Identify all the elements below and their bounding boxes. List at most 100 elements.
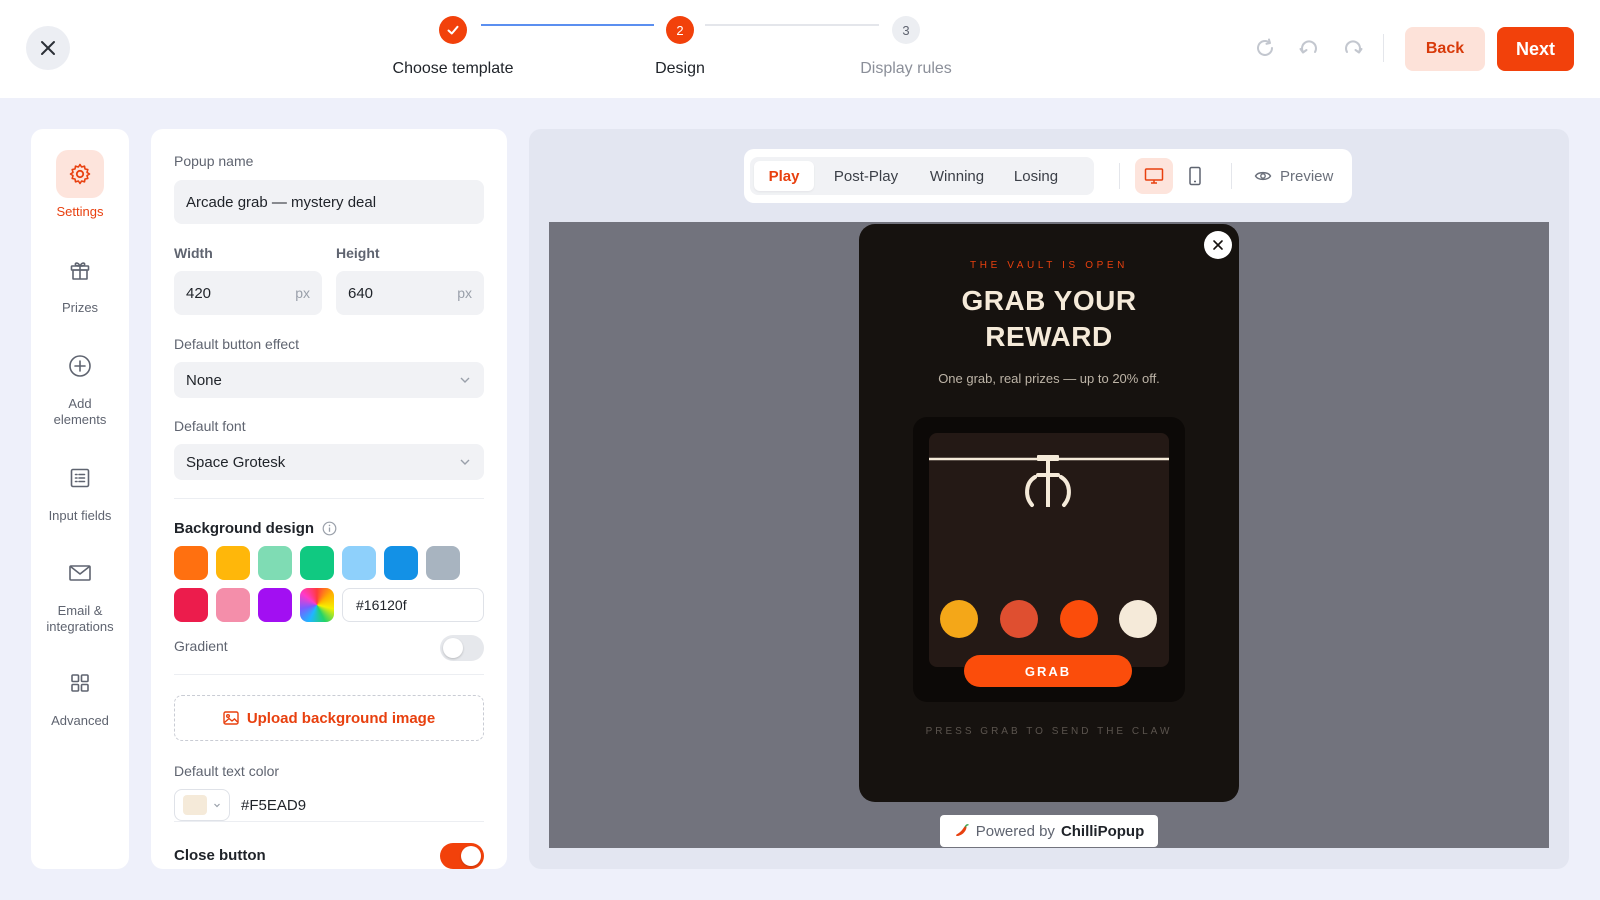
width-value: 420: [186, 284, 212, 302]
rail-item-label: Prizes: [61, 300, 99, 315]
tab-losing[interactable]: Losing: [1002, 161, 1070, 191]
eye-icon: [1254, 171, 1272, 181]
text-color-value[interactable]: #F5EAD9: [241, 797, 306, 814]
step-label: Design: [655, 60, 705, 77]
refresh-button[interactable]: [1253, 36, 1277, 60]
step-design[interactable]: 2 Design: [610, 16, 750, 78]
rail-item-input-fields[interactable]: Input fields: [31, 454, 129, 524]
mobile-view-button[interactable]: [1176, 158, 1214, 194]
rail-item-label: Add elements: [53, 396, 107, 427]
color-swatch-orange[interactable]: [174, 546, 208, 580]
info-icon[interactable]: [322, 521, 337, 536]
color-swatch-mint[interactable]: [258, 546, 292, 580]
width-unit: px: [295, 285, 310, 301]
background-hex-input[interactable]: #16120f: [342, 588, 484, 622]
close-icon: [41, 41, 55, 55]
step-check-icon: [439, 16, 467, 44]
undo-icon: [1299, 40, 1317, 54]
prize-ball[interactable]: [1060, 600, 1098, 638]
height-input[interactable]: 640 px: [336, 271, 484, 315]
step-display-rules[interactable]: 3 Display rules: [836, 16, 976, 78]
tab-post-play[interactable]: Post-Play: [820, 161, 912, 191]
prize-ball[interactable]: [940, 600, 978, 638]
chevron-down-icon: [460, 377, 470, 383]
list-icon: [56, 454, 104, 502]
back-button[interactable]: Back: [1405, 27, 1485, 71]
close-editor-button[interactable]: [26, 26, 70, 70]
next-button[interactable]: Next: [1497, 27, 1574, 71]
button-effect-label: Default button effect: [174, 336, 300, 352]
rail-item-settings[interactable]: Settings: [31, 150, 129, 220]
rail-item-label: Advanced: [51, 713, 109, 728]
rail-item-label: Input fields: [48, 508, 112, 523]
close-button-toggle[interactable]: [440, 843, 484, 869]
grab-button[interactable]: GRAB: [964, 655, 1132, 687]
popup-subtitle: One grab, real prizes — up to 20% off.: [938, 371, 1160, 386]
toggle-knob: [443, 638, 463, 658]
powered-by-badge[interactable]: Powered by ChilliPopup: [940, 815, 1158, 847]
step-number: 2: [666, 16, 694, 44]
background-design-text: Background design: [174, 520, 315, 537]
color-swatch-gray[interactable]: [426, 546, 460, 580]
font-value: Space Grotesk: [186, 453, 286, 471]
plus-circle-icon: [56, 342, 104, 390]
refresh-icon: [1257, 38, 1273, 56]
background-design-label: Background design: [174, 520, 337, 537]
popup-close-button[interactable]: [1204, 231, 1232, 259]
preview-label: Preview: [1280, 167, 1334, 185]
step-choose-template[interactable]: Choose template: [383, 16, 523, 78]
color-swatch-purple[interactable]: [258, 588, 292, 622]
custom-color-picker[interactable]: [300, 588, 334, 622]
section-divider: [174, 498, 484, 499]
gift-icon: [56, 246, 104, 294]
rail-item-label: Email & integrations: [46, 603, 114, 634]
toggle-knob: [461, 846, 481, 866]
rail-item-email-integrations[interactable]: Email & integrations: [31, 549, 129, 635]
color-swatch-sky[interactable]: [342, 546, 376, 580]
color-swatch-yellow[interactable]: [216, 546, 250, 580]
preview-toolbar: Play Post-Play Winning Losing Preview: [744, 149, 1352, 203]
tab-winning[interactable]: Winning: [918, 161, 996, 191]
redo-button[interactable]: [1341, 36, 1365, 60]
width-label: Width: [174, 245, 213, 261]
upload-label: Upload background image: [246, 709, 436, 727]
mobile-icon: [1189, 166, 1201, 186]
button-effect-select[interactable]: None: [174, 362, 484, 398]
step-number: 3: [892, 16, 920, 44]
color-swatch-pink[interactable]: [216, 588, 250, 622]
desktop-view-button[interactable]: [1135, 158, 1173, 194]
desktop-icon: [1144, 168, 1164, 184]
rail-item-prizes[interactable]: Prizes: [31, 246, 129, 316]
grid-icon: [56, 659, 104, 707]
popup-eyebrow: THE VAULT IS OPEN: [970, 260, 1128, 271]
rail-item-add-elements[interactable]: Add elements: [31, 342, 129, 428]
toolbar-divider: [1119, 163, 1120, 189]
height-unit: px: [457, 285, 472, 301]
close-icon: [1213, 240, 1223, 250]
popup-name-label: Popup name: [174, 153, 254, 169]
height-value: 640: [348, 284, 374, 302]
redo-icon: [1345, 40, 1363, 54]
popup-hint: PRESS GRAB TO SEND THE CLAW: [925, 726, 1173, 737]
undo-button[interactable]: [1297, 36, 1321, 60]
color-swatch-blue[interactable]: [384, 546, 418, 580]
popup-name-input[interactable]: Arcade grab — mystery deal: [174, 180, 484, 224]
upload-background-button[interactable]: Upload background image: [174, 695, 484, 741]
tab-play[interactable]: Play: [754, 161, 814, 191]
font-select[interactable]: Space Grotesk: [174, 444, 484, 480]
gradient-toggle[interactable]: [440, 635, 484, 661]
prize-ball[interactable]: [1119, 600, 1157, 638]
step-label: Display rules: [860, 60, 952, 77]
popup-title: GRAB YOUR REWARD: [859, 283, 1239, 355]
toolbar-divider: [1231, 163, 1232, 189]
width-input[interactable]: 420 px: [174, 271, 322, 315]
prize-ball[interactable]: [1000, 600, 1038, 638]
rail-item-advanced[interactable]: Advanced: [31, 659, 129, 729]
background-hex-value: #16120f: [356, 597, 407, 613]
caret-down-icon: [214, 803, 220, 808]
color-swatch-green[interactable]: [300, 546, 334, 580]
text-color-picker[interactable]: [174, 789, 230, 821]
section-divider: [174, 674, 484, 675]
preview-button[interactable]: Preview: [1254, 161, 1333, 191]
color-swatch-red[interactable]: [174, 588, 208, 622]
